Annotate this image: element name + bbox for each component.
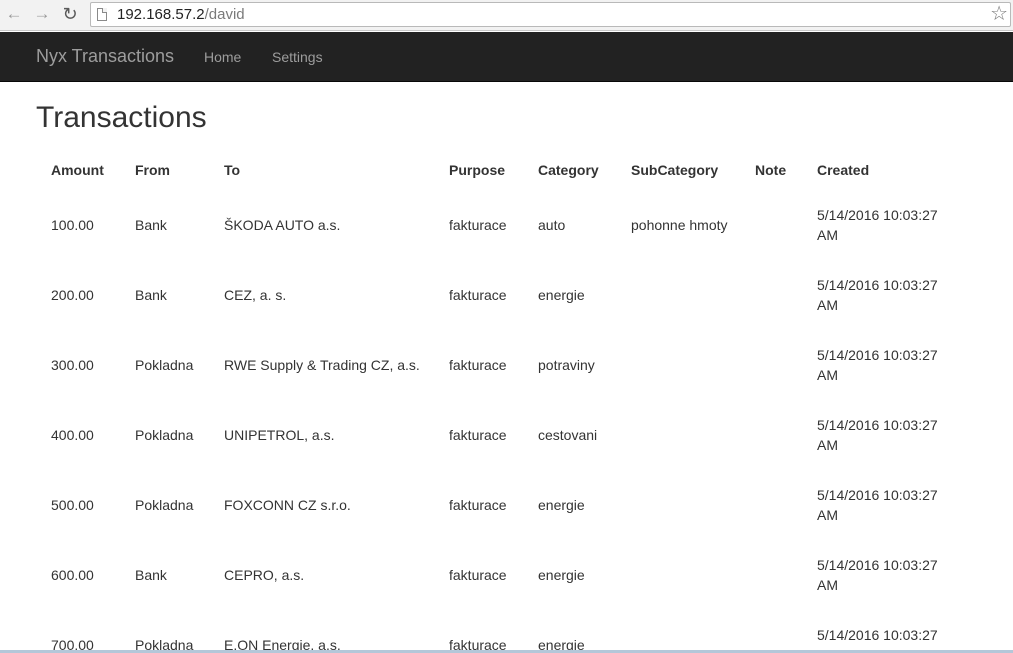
cell-amount: 200.00 — [51, 287, 94, 303]
cell-purpose: fakturace — [449, 637, 507, 653]
cell-purpose: fakturace — [449, 567, 507, 583]
table-body: 100.00 Bank ŠKODA AUTO a.s. fakturace auto po… — [36, 190, 952, 653]
column-header-to: To — [224, 162, 241, 178]
table-row: 300.00 Pokladna RWE Supply & Trading CZ, a… — [36, 330, 952, 400]
cell-purpose: fakturace — [449, 427, 507, 443]
cell-subcategory — [616, 400, 740, 470]
transactions-table: Amount From To Purpose Category SubCategory No… — [36, 150, 952, 653]
cell-from: Pokladna — [135, 357, 194, 373]
cell-note — [740, 400, 802, 470]
cell-subcategory — [616, 260, 740, 330]
table-row: 400.00 Pokladna UNIPETROL, a.s. fakturace ce… — [36, 400, 952, 470]
cell-amount: 100.00 — [51, 217, 94, 233]
cell-category: energie — [538, 637, 585, 653]
cell-to: CEPRO, a.s. — [224, 567, 305, 583]
url-path: /david — [204, 6, 245, 23]
cell-category: energie — [538, 497, 585, 513]
cell-from: Bank — [135, 287, 167, 303]
cell-to: E.ON Energie, a.s. — [224, 637, 341, 653]
reload-icon[interactable]: ↻ — [60, 4, 80, 24]
cell-note — [740, 470, 802, 540]
cell-subcategory — [616, 540, 740, 610]
cell-category: potraviny — [538, 357, 595, 373]
cell-note — [740, 190, 802, 260]
column-header-from: From — [135, 162, 170, 178]
table-row: 700.00 Pokladna E.ON Energie, a.s. fakturac… — [36, 610, 952, 653]
page-title: Transactions — [36, 101, 207, 134]
cell-category: energie — [538, 567, 585, 583]
nav-link-home[interactable]: Home — [204, 48, 241, 66]
cell-subcategory — [616, 330, 740, 400]
url-text[interactable]: 192.168.57.2/david — [117, 6, 245, 24]
transactions-table-container: Amount From To Purpose Category SubCategory No… — [36, 150, 1013, 653]
cell-amount: 500.00 — [51, 497, 94, 513]
cell-amount: 400.00 — [51, 427, 94, 443]
cell-created: 5/14/2016 10:03:27 AM — [817, 557, 938, 593]
cell-amount: 300.00 — [51, 357, 94, 373]
column-header-category: Category — [538, 162, 599, 178]
back-arrow-icon[interactable]: ← — [4, 4, 24, 24]
cell-note — [740, 260, 802, 330]
cell-to: CEZ, a. s. — [224, 287, 287, 303]
cell-category: energie — [538, 287, 585, 303]
cell-from: Bank — [135, 217, 167, 233]
table-header-row: Amount From To Purpose Category SubCategory No… — [36, 150, 952, 190]
cell-to: UNIPETROL, a.s. — [224, 427, 335, 443]
cell-from: Pokladna — [135, 497, 194, 513]
cell-subcategory — [616, 470, 740, 540]
cell-subcategory: pohonne hmoty — [631, 217, 728, 233]
cell-purpose: fakturace — [449, 497, 507, 513]
cell-category: auto — [538, 217, 566, 233]
cell-to: FOXCONN CZ s.r.o. — [224, 497, 351, 513]
cell-note — [740, 330, 802, 400]
cell-amount: 700.00 — [51, 637, 94, 653]
cell-to: ŠKODA AUTO a.s. — [224, 217, 341, 233]
cell-created: 5/14/2016 10:03:27 AM — [817, 207, 938, 243]
table-row: 200.00 Bank CEZ, a. s. fakturace energie 5/14… — [36, 260, 952, 330]
nav-link-settings[interactable]: Settings — [272, 48, 323, 66]
table-row: 500.00 Pokladna FOXCONN CZ s.r.o. fakturace… — [36, 470, 952, 540]
cell-purpose: fakturace — [449, 287, 507, 303]
address-bar[interactable]: 192.168.57.2/david ☆ — [90, 2, 1011, 27]
column-header-note: Note — [755, 162, 787, 178]
forward-arrow-icon[interactable]: → — [32, 4, 52, 24]
cell-created: 5/14/2016 10:03:27 AM — [817, 417, 938, 453]
cell-purpose: fakturace — [449, 217, 507, 233]
cell-created: 5/14/2016 10:03:27 AM — [817, 627, 938, 653]
column-header-created: Created — [817, 162, 870, 178]
navbar-brand[interactable]: Nyx Transactions — [36, 46, 174, 66]
cell-created: 5/14/2016 10:03:27 AM — [817, 277, 938, 313]
column-header-subcategory: SubCategory — [631, 162, 719, 178]
cell-created: 5/14/2016 10:03:27 AM — [817, 347, 938, 383]
cell-note — [740, 540, 802, 610]
url-host: 192.168.57.2 — [117, 6, 205, 23]
cell-from: Pokladna — [135, 427, 194, 443]
cell-category: cestovani — [538, 427, 598, 443]
navbar: Nyx Transactions Home Settings — [0, 32, 1013, 82]
cell-created: 5/14/2016 10:03:27 AM — [817, 487, 938, 523]
table-row: 100.00 Bank ŠKODA AUTO a.s. fakturace auto po… — [36, 190, 952, 260]
cell-note — [740, 610, 802, 653]
cell-purpose: fakturace — [449, 357, 507, 373]
table-row: 600.00 Bank CEPRO, a.s. fakturace energie 5/1… — [36, 540, 952, 610]
cell-to: RWE Supply & Trading CZ, a.s. — [224, 357, 420, 373]
column-header-amount: Amount — [51, 162, 104, 178]
cell-amount: 600.00 — [51, 567, 94, 583]
column-header-purpose: Purpose — [449, 162, 506, 178]
bookmark-star-icon[interactable]: ☆ — [990, 3, 1008, 25]
cell-from: Pokladna — [135, 637, 194, 653]
page-icon — [97, 8, 107, 21]
cell-from: Bank — [135, 567, 167, 583]
cell-subcategory — [616, 610, 740, 653]
browser-toolbar: ← → ↻ 192.168.57.2/david ☆ — [0, 0, 1013, 31]
